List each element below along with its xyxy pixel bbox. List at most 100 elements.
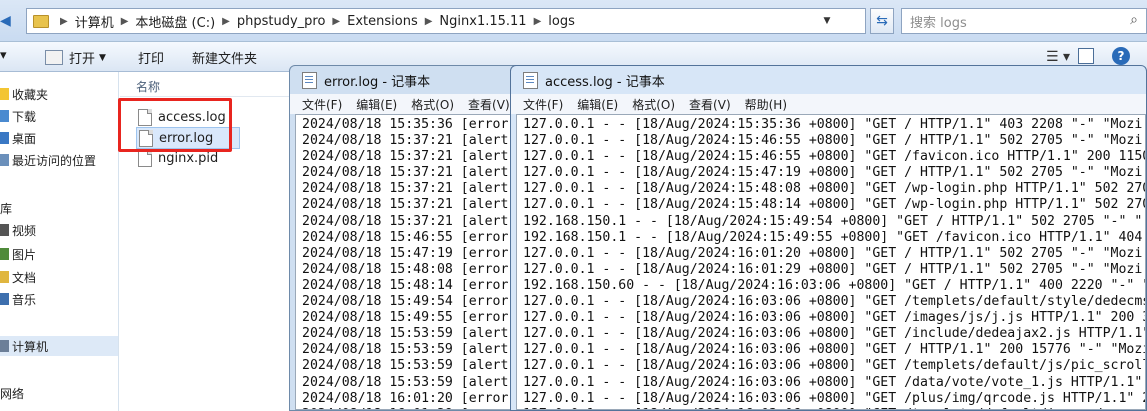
nav-recent[interactable]: 最近访问的位置 xyxy=(0,150,96,170)
chevron-down-icon: ▼ xyxy=(99,52,106,63)
log-line: 127.0.0.1 - - [18/Aug/2024:15:46:55 +080… xyxy=(523,133,1143,149)
menu-edit[interactable]: 编辑(E) xyxy=(356,96,397,113)
computer-icon xyxy=(0,340,9,352)
menu-format[interactable]: 格式(O) xyxy=(632,96,675,113)
search-icon[interactable]: ⌕ xyxy=(1130,12,1138,28)
desktop-icon xyxy=(0,132,9,144)
chevron-right-icon[interactable]: ▶ xyxy=(425,16,433,27)
view-options-icon[interactable]: ☰ ▾ xyxy=(1046,49,1070,65)
log-line: 2024/08/18 15:37:21 [alert] xyxy=(302,181,517,197)
chevron-right-icon[interactable]: ▶ xyxy=(222,16,230,27)
nav-label: 桌面 xyxy=(12,131,37,146)
breadcrumb-phpstudy[interactable]: phpstudy_pro xyxy=(237,14,326,29)
log-line: 192.168.150.60 - - [18/Aug/2024:16:03:06… xyxy=(523,277,1146,293)
nav-videos[interactable]: 视频 xyxy=(0,220,36,240)
breadcrumb-nginx[interactable]: Nginx1.15.11 xyxy=(439,14,526,29)
chevron-right-icon[interactable]: ▶ xyxy=(534,16,542,27)
nav-downloads[interactable]: 下载 xyxy=(0,106,36,126)
address-dropdown-icon[interactable]: ▼ xyxy=(815,9,839,33)
log-line: 127.0.0.1 - - [18/Aug/2024:15:48:14 +080… xyxy=(523,197,1146,213)
notepad-window-error-log[interactable]: error.log - 记事本 文件(F) 编辑(E) 格式(O) 查看(V) … xyxy=(289,65,521,411)
print-button[interactable]: 打印 xyxy=(138,48,164,67)
window-title: access.log - 记事本 xyxy=(545,74,665,90)
nav-label: 收藏夹 xyxy=(12,87,49,102)
text-editor[interactable]: 127.0.0.1 - - [18/Aug/2024:15:35:36 +080… xyxy=(516,114,1146,410)
log-line: 127.0.0.1 - - [18/Aug/2024:16:03:06 +080… xyxy=(523,294,1146,310)
red-highlight-box xyxy=(118,98,232,152)
music-icon xyxy=(0,293,9,305)
log-line: 127.0.0.1 - - [18/Aug/2024:16:03:06 +080… xyxy=(523,374,1143,390)
log-line: 127.0.0.1 - - [18/Aug/2024:15:48:08 +080… xyxy=(523,181,1146,197)
search-placeholder: 搜索 logs xyxy=(910,15,967,31)
address-bar-area: ◀ ▶ 计算机 ▶ 本地磁盘 (C:) ▶ phpstudy_pro ▶ Ext… xyxy=(0,0,1147,42)
breadcrumb-computer[interactable]: 计算机 xyxy=(75,12,114,31)
log-line: 192.168.150.1 - - [18/Aug/2024:15:49:54 … xyxy=(523,213,1143,229)
menu-help[interactable]: 帮助(H) xyxy=(745,96,787,113)
nav-pictures[interactable]: 图片 xyxy=(0,244,36,264)
star-icon xyxy=(0,88,9,100)
nav-desktop[interactable]: 桌面 xyxy=(0,128,36,148)
window-title: error.log - 记事本 xyxy=(324,74,431,90)
log-line: 2024/08/18 15:53:59 [alert] xyxy=(302,374,517,390)
column-header-name[interactable]: 名称 xyxy=(136,78,160,95)
log-line: 127.0.0.1 - - [18/Aug/2024:16:01:20 +080… xyxy=(523,245,1143,261)
help-icon[interactable]: ? xyxy=(1112,47,1130,65)
folder-icon xyxy=(33,14,49,28)
nav-label: 计算机 xyxy=(12,339,49,354)
log-line: 2024/08/18 15:53:59 [alert] xyxy=(302,326,517,342)
log-line: 2024/08/18 15:37:21 [alert] xyxy=(302,197,517,213)
back-arrow-icon[interactable]: ◀ xyxy=(0,8,22,34)
picture-icon xyxy=(0,248,9,260)
new-folder-button[interactable]: 新建文件夹 xyxy=(192,48,257,67)
menu-edit[interactable]: 编辑(E) xyxy=(577,96,618,113)
breadcrumb-local-disk[interactable]: 本地磁盘 (C:) xyxy=(135,12,215,31)
nav-libraries[interactable]: 库 xyxy=(0,198,12,218)
nav-computer[interactable]: 计算机 xyxy=(0,336,118,356)
nav-music[interactable]: 音乐 xyxy=(0,289,36,309)
notepad-window-access-log[interactable]: access.log - 记事本 文件(F) 编辑(E) 格式(O) 查看(V)… xyxy=(510,65,1147,411)
menu-view[interactable]: 查看(V) xyxy=(689,96,731,113)
log-line: 2024/08/18 15:35:36 [error] xyxy=(302,117,517,132)
log-line: 2024/08/18 15:53:59 [alert] xyxy=(302,358,517,374)
file-name: nginx.pid xyxy=(158,150,219,166)
open-button[interactable]: 打开 ▼ xyxy=(45,48,106,67)
open-label: 打开 xyxy=(69,52,96,67)
print-label: 打印 xyxy=(138,52,165,67)
search-input[interactable]: 搜索 logs ⌕ xyxy=(901,8,1147,34)
log-line: 127.0.0.1 - - [18/Aug/2024:16:03:06 +080… xyxy=(523,390,1146,406)
menu-file[interactable]: 文件(F) xyxy=(302,96,342,113)
log-line: 2024/08/18 15:49:55 [error] xyxy=(302,310,517,326)
breadcrumb-logs[interactable]: logs xyxy=(548,14,575,29)
organize-dropdown-icon[interactable]: ▾ xyxy=(0,48,7,63)
log-line: 2024/08/18 15:37:21 [alert] xyxy=(302,149,517,165)
log-line: 192.168.150.1 - - [18/Aug/2024:15:49:55 … xyxy=(523,229,1143,245)
address-box[interactable]: ▶ 计算机 ▶ 本地磁盘 (C:) ▶ phpstudy_pro ▶ Exten… xyxy=(26,8,866,34)
chevron-right-icon[interactable]: ▶ xyxy=(332,16,340,27)
window-title-bar[interactable]: access.log - 记事本 xyxy=(511,66,1146,94)
log-line: 2024/08/18 15:48:08 [error] xyxy=(302,261,517,277)
text-editor[interactable]: 2024/08/18 15:35:36 [error] 2024/08/18 15… xyxy=(295,114,520,410)
preview-pane-icon[interactable] xyxy=(1078,48,1094,64)
log-line: 127.0.0.1 - - [18/Aug/2024:16:01:29 +080… xyxy=(523,261,1143,277)
chevron-right-icon[interactable]: ▶ xyxy=(60,16,68,27)
log-line: 2024/08/18 15:37:21 [alert] xyxy=(302,133,517,149)
refresh-button[interactable]: ⇆ xyxy=(870,8,894,34)
recent-places-icon xyxy=(0,154,9,166)
breadcrumb-extensions[interactable]: Extensions xyxy=(347,14,418,29)
nav-label: 下载 xyxy=(12,109,37,124)
nav-label: 音乐 xyxy=(12,292,37,307)
nav-network[interactable]: 网络 xyxy=(0,383,24,403)
download-icon xyxy=(0,110,9,122)
window-title-bar[interactable]: error.log - 记事本 xyxy=(290,66,520,94)
log-line: 2024/08/18 15:49:54 [error] xyxy=(302,294,517,310)
file-icon xyxy=(138,149,152,167)
menu-format[interactable]: 格式(O) xyxy=(411,96,454,113)
menu-view[interactable]: 查看(V) xyxy=(468,96,510,113)
navigation-pane: 收藏夹 下载 桌面 最近访问的位置 库 视频 图片 文档 音乐 计算机 网络 xyxy=(0,72,119,411)
breadcrumb: ▶ 计算机 ▶ 本地磁盘 (C:) ▶ phpstudy_pro ▶ Exten… xyxy=(53,12,575,31)
nav-documents[interactable]: 文档 xyxy=(0,267,36,287)
log-line: 127.0.0.1 - - [18/Aug/2024:15:46:55 +080… xyxy=(523,149,1146,165)
chevron-right-icon[interactable]: ▶ xyxy=(121,16,129,27)
menu-file[interactable]: 文件(F) xyxy=(523,96,563,113)
nav-favorites[interactable]: 收藏夹 xyxy=(0,84,48,104)
